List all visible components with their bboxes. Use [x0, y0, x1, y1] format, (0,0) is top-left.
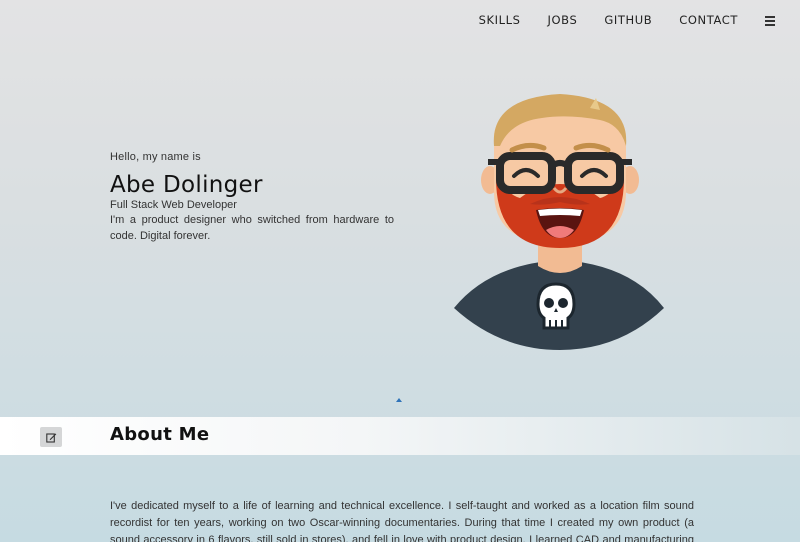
edit-button[interactable] — [40, 427, 62, 447]
caret-up-icon[interactable] — [396, 398, 402, 402]
about-title: About Me — [110, 424, 210, 445]
hero-name: Abe Dolinger — [110, 172, 263, 198]
cartoon-avatar-icon — [450, 88, 670, 352]
nav-link-contact[interactable]: CONTACT — [679, 13, 738, 27]
hero-bio: I'm a product designer who switched from… — [110, 214, 394, 242]
about-text: I've dedicated myself to a life of learn… — [110, 500, 694, 542]
nav-link-github[interactable]: GITHUB — [604, 13, 652, 27]
greeting-text: Hello, my name is — [110, 151, 201, 163]
hero-intro: Hello, my name is Abe Dolinger Full Stac… — [110, 151, 394, 244]
hamburger-menu-icon[interactable] — [765, 16, 775, 26]
hero-role: Full Stack Web Developer — [110, 199, 237, 211]
about-header-bar: About Me — [0, 417, 800, 455]
edit-icon — [45, 432, 56, 443]
skull-icon — [536, 282, 576, 330]
top-nav: SKILLS JOBS GITHUB CONTACT — [0, 0, 800, 44]
nav-link-skills[interactable]: SKILLS — [479, 13, 521, 27]
nav-links: SKILLS JOBS GITHUB CONTACT — [452, 13, 738, 27]
nav-link-jobs[interactable]: JOBS — [548, 13, 578, 27]
